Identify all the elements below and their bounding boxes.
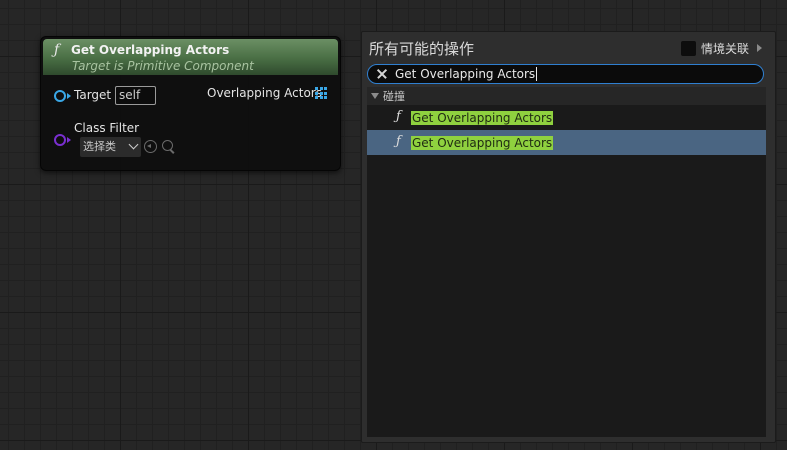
target-pin-arrow-icon [67,93,71,99]
class-filter-pin-icon[interactable] [54,134,66,146]
class-filter-dropdown[interactable]: 选择类 [80,137,141,157]
blueprint-node[interactable]: ƒ Get Overlapping Actors Target is Primi… [40,36,341,171]
array-pin-icon[interactable] [315,87,327,99]
results-list[interactable]: 碰撞 ƒ Get Overlapping Actors ƒ Get Overla… [367,87,766,437]
caret-right-icon[interactable] [757,44,762,52]
use-selected-icon[interactable] [144,140,157,153]
result-label: Get Overlapping Actors [411,136,554,150]
browse-icon[interactable] [162,140,173,151]
chevron-down-icon [128,139,139,150]
function-icon: ƒ [54,42,60,58]
search-box[interactable] [367,64,764,84]
result-item-selected[interactable]: ƒ Get Overlapping Actors [367,130,766,155]
result-label: Get Overlapping Actors [411,111,554,125]
menu-title: 所有可能的操作 [369,40,475,58]
class-filter-value: 选择类 [83,140,116,153]
context-sensitive-label[interactable]: 情境关联 [701,40,749,57]
node-header[interactable]: ƒ Get Overlapping Actors Target is Primi… [43,39,338,75]
target-value-field[interactable]: self [115,86,156,105]
category-collision[interactable]: 碰撞 [367,87,766,105]
caret-down-icon[interactable] [371,93,379,99]
target-label: Target [74,88,112,102]
result-item[interactable]: ƒ Get Overlapping Actors [367,105,766,130]
overlapping-actors-label: Overlapping Actors [207,86,322,100]
text-caret [536,67,538,81]
function-icon: ƒ [396,134,401,149]
category-label: 碰撞 [383,90,405,103]
class-filter-pin-arrow-icon [67,137,71,143]
action-menu: 所有可能的操作 情境关联 碰撞 ƒ Get Overlapping Actors… [361,31,776,443]
search-input[interactable] [395,65,750,83]
function-icon: ƒ [396,109,401,124]
target-pin-icon[interactable] [54,90,66,102]
node-title: Get Overlapping Actors [71,43,230,57]
clear-search-icon[interactable] [374,66,390,82]
context-sensitive-checkbox[interactable] [681,41,696,56]
node-subtitle: Target is Primitive Component [72,59,254,73]
class-filter-label: Class Filter [74,121,140,135]
